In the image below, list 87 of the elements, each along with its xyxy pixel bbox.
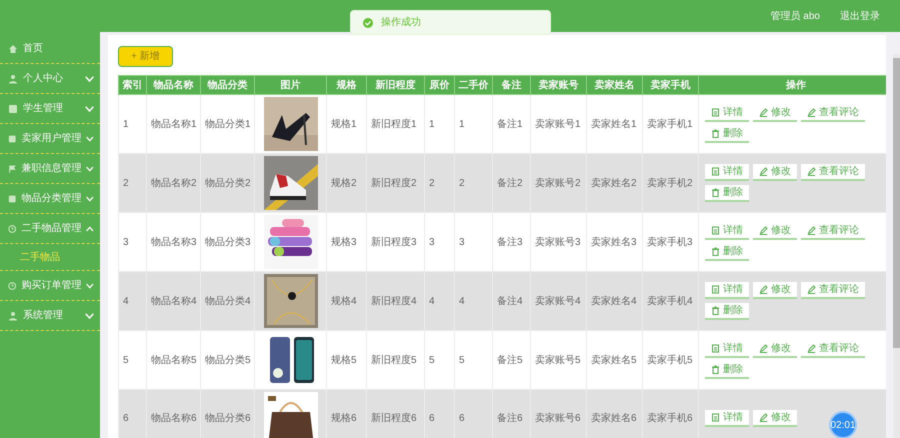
clock-icon [8, 280, 16, 290]
sidebar-item[interactable]: 二手物品管理 [0, 214, 100, 244]
column-header: 规格 [326, 76, 366, 94]
doc-icon [711, 344, 720, 353]
home-icon [8, 44, 18, 54]
sidebar-item[interactable]: 首页 [0, 34, 100, 64]
table-cell: 6 [118, 390, 146, 438]
toast-message: 操作成功 [381, 16, 421, 30]
action-button[interactable]: 修改 [753, 164, 797, 181]
table-cell: 1 [118, 94, 146, 154]
flag-icon [8, 164, 16, 174]
table-cell: 3 [118, 212, 146, 272]
table-cell: 4 [118, 272, 146, 330]
trash-icon [711, 188, 720, 197]
action-button[interactable]: 删除 [705, 362, 749, 379]
action-button[interactable]: 详情 [705, 410, 749, 426]
column-header: 原价 [424, 76, 454, 94]
doc-icon [711, 108, 720, 117]
edit-icon [759, 344, 768, 353]
user-name: 管理员 abo [770, 10, 820, 24]
doc-icon [711, 167, 720, 176]
clock-icon [8, 224, 16, 234]
check-icon [363, 18, 373, 28]
sidebar-subitem[interactable]: 二手物品 [0, 244, 100, 270]
column-header: 物品名称 [146, 76, 200, 94]
column-header: 图片 [254, 76, 326, 94]
edit-icon [807, 226, 816, 235]
grid-icon [8, 104, 18, 114]
action-button[interactable]: 删除 [705, 185, 749, 202]
column-header: 物品分类 [200, 76, 254, 94]
edit-icon [807, 167, 816, 176]
sidebar-item[interactable]: 物品分类管理 [0, 184, 100, 214]
edit-icon [807, 344, 816, 353]
user-icon [8, 74, 18, 84]
action-button[interactable]: 删除 [705, 244, 749, 261]
sidebar-item[interactable]: 学生管理 [0, 94, 100, 124]
table-cell: 5 [118, 330, 146, 390]
trash-icon [711, 247, 720, 256]
grid-icon [8, 134, 16, 144]
edit-icon [807, 285, 816, 294]
user-icon [8, 310, 18, 320]
action-button[interactable]: 详情 [705, 223, 749, 240]
action-button[interactable]: 修改 [753, 105, 797, 122]
action-button[interactable]: 查看评论 [801, 105, 865, 122]
trash-icon [711, 365, 720, 374]
doc-icon [711, 285, 720, 294]
edit-icon [759, 285, 768, 294]
sidebar-item[interactable]: 卖家用户管理 [0, 124, 100, 154]
table-cell: 2 [118, 154, 146, 212]
trash-icon [711, 306, 720, 315]
doc-icon [711, 226, 720, 235]
action-button[interactable]: 修改 [753, 410, 797, 426]
action-button[interactable]: 修改 [753, 282, 797, 299]
column-header: 卖家手机 [642, 76, 698, 94]
action-button[interactable]: 修改 [753, 341, 797, 358]
action-button[interactable]: 详情 [705, 282, 749, 299]
action-button[interactable]: 详情 [705, 164, 749, 181]
action-button[interactable]: 查看评论 [801, 341, 865, 358]
column-header: 卖家账号 [530, 76, 586, 94]
add-button[interactable]: + 新增 [118, 46, 173, 67]
action-button[interactable]: 删除 [705, 126, 749, 143]
action-button[interactable]: 修改 [753, 223, 797, 240]
edit-icon [759, 412, 768, 422]
edit-icon [759, 167, 768, 176]
action-button[interactable]: 查看评论 [801, 282, 865, 299]
edit-icon [759, 108, 768, 117]
sidebar-item[interactable]: 购买订单管理 [0, 271, 100, 301]
action-button[interactable]: 查看评论 [801, 223, 865, 240]
sidebar-item[interactable]: 个人中心 [0, 64, 100, 94]
column-header: 操作 [698, 76, 886, 94]
doc-icon [711, 412, 720, 422]
sidebar-item[interactable]: 兼职信息管理 [0, 154, 100, 184]
sidebar-item[interactable]: 系统管理 [0, 301, 100, 331]
action-button[interactable]: 详情 [705, 105, 749, 122]
trash-icon [711, 129, 720, 138]
column-header: 索引 [118, 76, 146, 94]
column-header: 卖家姓名 [586, 76, 642, 94]
edit-icon [807, 108, 816, 117]
action-button[interactable]: 查看评论 [801, 164, 865, 181]
column-header: 备注 [492, 76, 530, 94]
column-header: 新旧程度 [366, 76, 424, 94]
action-button[interactable]: 详情 [705, 341, 749, 358]
grid-icon [8, 194, 16, 204]
action-button[interactable]: 删除 [705, 303, 749, 320]
logout-link[interactable]: 退出登录 [840, 8, 880, 24]
edit-icon [759, 226, 768, 235]
column-header: 二手价 [454, 76, 492, 94]
